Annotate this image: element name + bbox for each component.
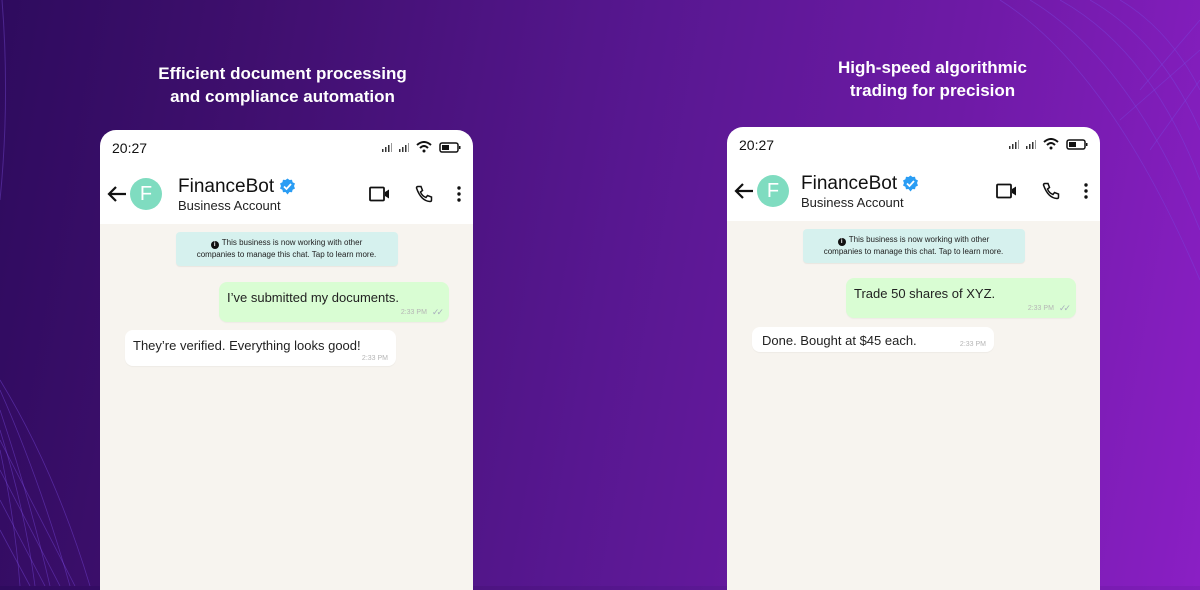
wifi-icon (416, 141, 432, 153)
notice-text: This business is now working with other (848, 235, 990, 244)
phone-mockup: 20:27 F FinanceBot Business Account i Thi… (727, 127, 1100, 590)
phone-mockup: 20:27 F FinanceBot Business Account i Thi… (100, 130, 473, 590)
double-check-icon: ✓✓ (431, 307, 444, 317)
contact-subtitle: Business Account (178, 197, 281, 213)
chat-body: i This business is now working with other… (100, 224, 473, 590)
more-options-icon[interactable] (1084, 183, 1088, 199)
business-notice[interactable]: i This business is now working with other… (802, 229, 1025, 263)
message-time: 2:33 PM (361, 355, 388, 362)
contact-name: FinanceBot (801, 172, 898, 194)
caption-line: High-speed algorithmic (838, 58, 1027, 77)
battery-icon (439, 141, 461, 153)
signal-icon (382, 142, 392, 152)
contact-info[interactable]: FinanceBot Business Account (801, 173, 919, 210)
status-time: 20:27 (112, 140, 148, 156)
business-notice[interactable]: i This business is now working with other… (175, 232, 398, 266)
status-time: 20:27 (739, 137, 775, 153)
status-bar: 20:27 (100, 130, 473, 164)
video-call-icon[interactable] (996, 183, 1018, 199)
message-time: 2:33 PM (400, 309, 427, 316)
phone-call-icon[interactable] (415, 185, 433, 203)
contact-subtitle: Business Account (801, 194, 904, 210)
phone-call-icon[interactable] (1042, 182, 1060, 200)
notice-text: companies to manage this chat. Tap to le… (196, 250, 377, 259)
status-bar: 20:27 (727, 127, 1100, 161)
caption-line: and compliance automation (170, 87, 395, 106)
notice-text: This business is now working with other (221, 238, 363, 247)
outgoing-message[interactable]: I’ve submitted my documents. 2:33 PM ✓✓ (219, 282, 449, 322)
chat-header: F FinanceBot Business Account (727, 161, 1100, 221)
message-time: 2:33 PM (959, 341, 986, 348)
contact-name: FinanceBot (178, 175, 275, 197)
signal-icon (1009, 139, 1019, 149)
incoming-message[interactable]: Done. Bought at $45 each. 2:33 PM (752, 327, 994, 352)
avatar[interactable]: F (757, 175, 789, 207)
info-icon: i (210, 241, 219, 249)
incoming-message[interactable]: They’re verified. Everything looks good!… (125, 330, 396, 366)
outgoing-message[interactable]: Trade 50 shares of XYZ. 2:33 PM ✓✓ (846, 278, 1076, 318)
chat-header: F FinanceBot Business Account (100, 164, 473, 224)
message-time: 2:33 PM (1027, 305, 1054, 312)
chat-body: i This business is now working with other… (727, 221, 1100, 590)
info-icon: i (837, 238, 846, 246)
message-text: They’re verified. Everything looks good! (133, 338, 361, 353)
verified-badge-icon (903, 175, 919, 192)
notice-text: companies to manage this chat. Tap to le… (823, 247, 1004, 256)
caption-line: trading for precision (849, 81, 1016, 100)
back-arrow-icon[interactable] (106, 183, 128, 205)
more-options-icon[interactable] (457, 186, 461, 202)
double-check-icon: ✓✓ (1058, 303, 1071, 313)
signal-icon (399, 142, 409, 152)
verified-badge-icon (280, 178, 296, 195)
contact-info[interactable]: FinanceBot Business Account (178, 176, 296, 213)
battery-icon (1066, 138, 1088, 150)
video-call-icon[interactable] (369, 186, 391, 202)
feature-caption: High-speed algorithmic trading for preci… (780, 56, 1085, 102)
feature-caption: Efficient document processing and compli… (120, 62, 445, 108)
message-text: Trade 50 shares of XYZ. (854, 286, 996, 301)
caption-line: Efficient document processing (158, 64, 407, 83)
avatar[interactable]: F (130, 178, 162, 210)
back-arrow-icon[interactable] (733, 180, 755, 202)
wifi-icon (1043, 138, 1059, 150)
signal-icon (1026, 139, 1036, 149)
message-text: I’ve submitted my documents. (227, 290, 399, 305)
message-text: Done. Bought at $45 each. (762, 333, 917, 348)
